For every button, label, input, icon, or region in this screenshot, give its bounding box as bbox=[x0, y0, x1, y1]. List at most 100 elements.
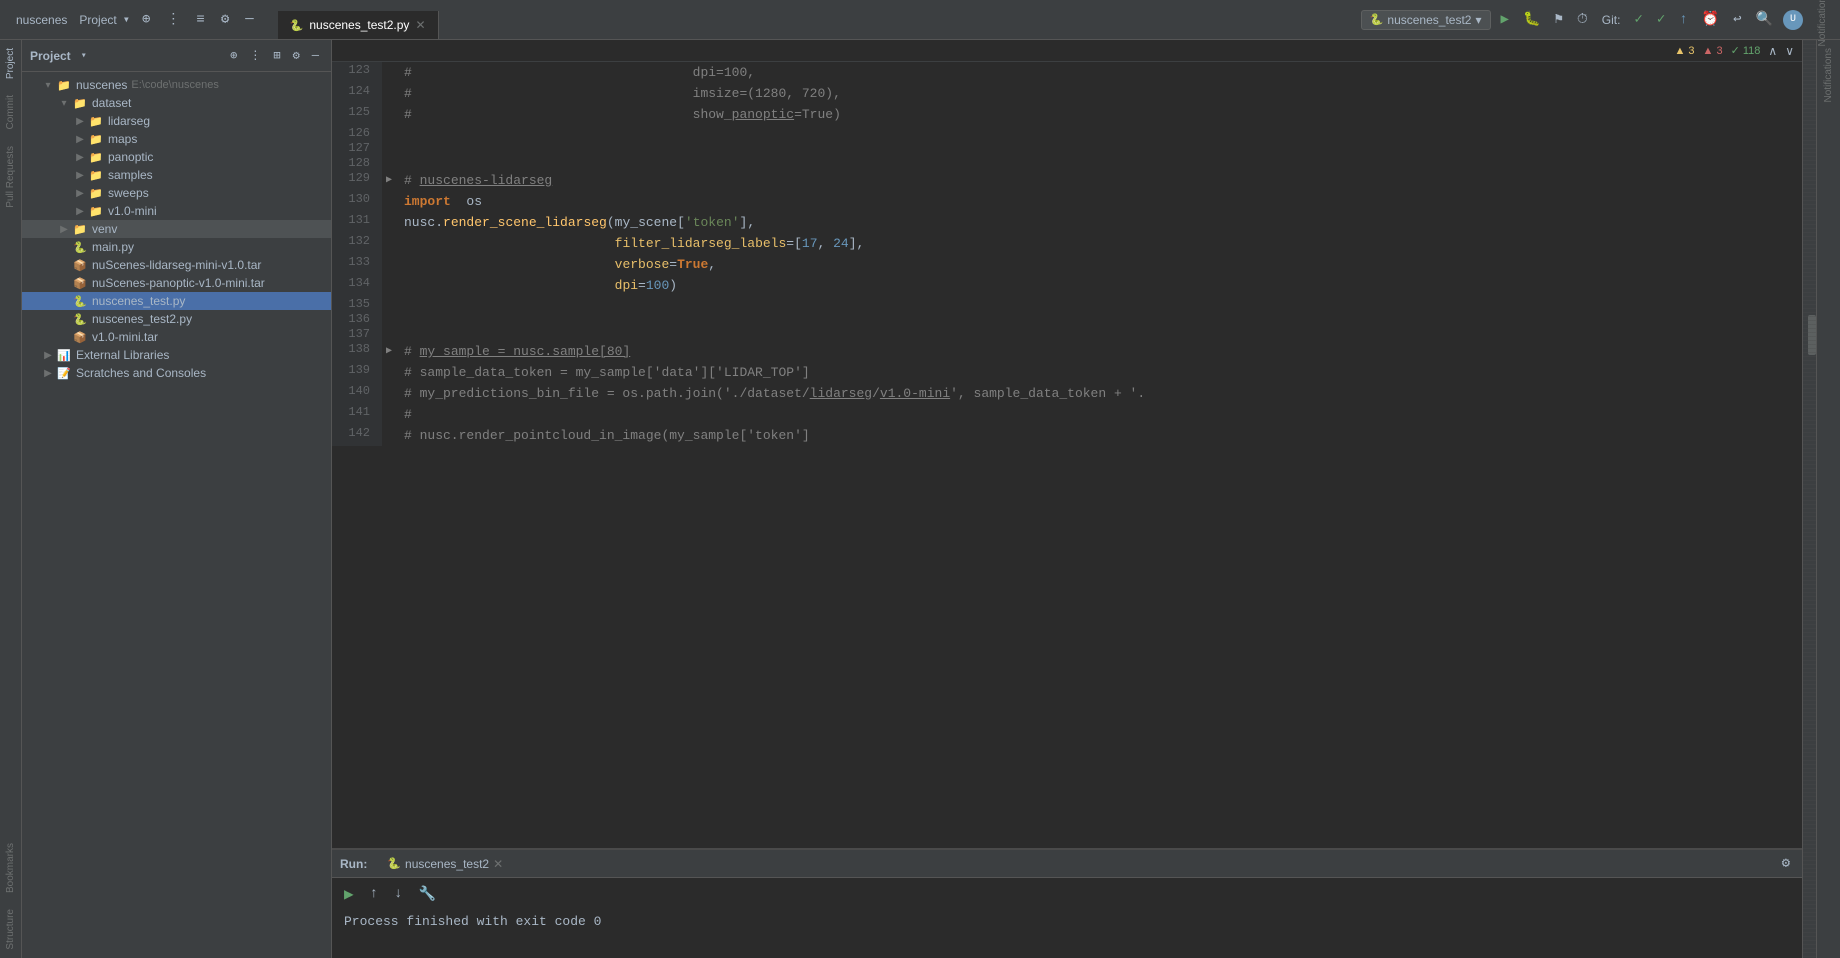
top-bar: nuscenes Project ▾ ⊕ ⋮ ≡ ⚙ ─ 🐍 nuscenes_… bbox=[0, 0, 1840, 40]
tree-label-ext-libs: External Libraries bbox=[76, 348, 169, 362]
maps-folder-icon: 📁 bbox=[88, 131, 104, 147]
run-button[interactable]: ▶ bbox=[1497, 9, 1513, 30]
right-tab-notifications[interactable]: Notifications bbox=[1823, 48, 1834, 102]
line-num-136: 136 bbox=[332, 311, 382, 326]
expand-warnings-up[interactable]: ∧ bbox=[1768, 44, 1777, 58]
editor-top-info: ▲ 3 ▲ 3 ✓ 118 ∧ ∨ bbox=[332, 40, 1802, 62]
tree-item-maps[interactable]: ▶ 📁 maps bbox=[22, 130, 331, 148]
tree-item-dataset[interactable]: ▾ 📁 dataset bbox=[22, 94, 331, 112]
collapse-icon[interactable]: ⋮ bbox=[162, 9, 184, 30]
lidarseg-tar-icon: 📦 bbox=[72, 257, 88, 273]
line-fold-138[interactable]: ▶ bbox=[382, 341, 396, 362]
line-num-128: 128 bbox=[332, 155, 382, 170]
git-undo-icon[interactable]: ↩ bbox=[1729, 9, 1745, 30]
warning-badge-1[interactable]: ▲ 3 bbox=[1674, 45, 1694, 57]
tree-item-sweeps[interactable]: ▶ 📁 sweeps bbox=[22, 184, 331, 202]
run-scroll-up-icon[interactable]: ↑ bbox=[366, 884, 382, 904]
right-sidebar: Notifications bbox=[1816, 40, 1840, 958]
locate-icon[interactable]: ⊕ bbox=[138, 9, 154, 30]
line-fold-134 bbox=[382, 275, 396, 296]
tree-item-ext-libs[interactable]: ▶ 📊 External Libraries bbox=[22, 346, 331, 364]
minimize-icon[interactable]: ─ bbox=[241, 10, 257, 30]
sidebar-item-project[interactable]: Project bbox=[3, 40, 18, 87]
project-expand-icon[interactable]: ▾ bbox=[123, 12, 130, 27]
run-config-label: nuscenes_test2 bbox=[1387, 13, 1471, 27]
tab-close-icon[interactable]: ✕ bbox=[415, 18, 425, 32]
tree-item-mainpy[interactable]: 🐍 main.py bbox=[22, 238, 331, 256]
tree-item-lidarseg[interactable]: ▶ 📁 lidarseg bbox=[22, 112, 331, 130]
tree-item-nuscenes-test[interactable]: 🐍 nuscenes_test.py bbox=[22, 292, 331, 310]
expand-warnings-down[interactable]: ∨ bbox=[1785, 44, 1794, 58]
line-content-133: verbose=True, bbox=[396, 254, 1802, 275]
flatten-icon[interactable]: ≡ bbox=[192, 10, 208, 30]
tree-item-panoptic-tar[interactable]: 📦 nuScenes-panoptic-v1.0-mini.tar bbox=[22, 274, 331, 292]
line-content-130: import os bbox=[396, 191, 1802, 212]
git-push-icon[interactable]: ↑ bbox=[1675, 10, 1691, 30]
main-layout: Project Commit Pull Requests Bookmarks S… bbox=[0, 40, 1840, 958]
sidebar-item-structure[interactable]: Structure bbox=[3, 901, 18, 958]
tree-item-samples[interactable]: ▶ 📁 samples bbox=[22, 166, 331, 184]
code-editor[interactable]: 123 # dpi=100, 124 # imsize=(1280, 720), bbox=[332, 62, 1802, 848]
tree-item-nuscenes-test2[interactable]: 🐍 nuscenes_test2.py bbox=[22, 310, 331, 328]
notifications-label[interactable]: Notifications bbox=[1817, 0, 1828, 47]
tree-item-panoptic[interactable]: ▶ 📁 panoptic bbox=[22, 148, 331, 166]
tree-label-venv: venv bbox=[92, 222, 117, 236]
tree-item-venv[interactable]: ▶ 📁 venv bbox=[22, 220, 331, 238]
tree-label-lidarseg-tar: nuScenes-lidarseg-mini-v1.0.tar bbox=[92, 258, 261, 272]
error-badge[interactable]: ▲ 3 bbox=[1703, 45, 1723, 57]
line-fold-125 bbox=[382, 104, 396, 125]
line-fold-130 bbox=[382, 191, 396, 212]
run-settings-icon[interactable]: ⚙ bbox=[1778, 853, 1794, 874]
sweeps-arrow: ▶ bbox=[74, 187, 86, 199]
git-history-icon[interactable]: ⏰ bbox=[1698, 9, 1723, 30]
v10mini-arrow: ▶ bbox=[74, 205, 86, 217]
sidebar-item-pull-requests[interactable]: Pull Requests bbox=[3, 138, 18, 216]
tree-item-v10mini-tar[interactable]: 📦 v1.0-mini.tar bbox=[22, 328, 331, 346]
panel-locate-icon[interactable]: ⊕ bbox=[226, 46, 241, 65]
avatar-icon[interactable]: U bbox=[1783, 10, 1803, 30]
run-config-selector[interactable]: 🐍 nuscenes_test2 ▾ bbox=[1361, 10, 1491, 30]
scratches-arrow: ▶ bbox=[42, 367, 54, 379]
code-line-123: 123 # dpi=100, bbox=[332, 62, 1802, 83]
panel-settings2-icon[interactable]: ⚙ bbox=[289, 46, 304, 65]
scroll-indicator[interactable] bbox=[1802, 40, 1816, 958]
settings-icon[interactable]: ⚙ bbox=[217, 9, 233, 30]
tree-root-path: E:\code\nuscenes bbox=[131, 79, 218, 91]
samples-arrow: ▶ bbox=[74, 169, 86, 181]
mainpy-icon: 🐍 bbox=[72, 239, 88, 255]
tree-root-item[interactable]: ▾ 📁 nuscenes E:\code\nuscenes bbox=[22, 76, 331, 94]
coverage-button[interactable]: ⚑ bbox=[1550, 9, 1566, 30]
run-scroll-down-icon[interactable]: ↓ bbox=[390, 884, 406, 904]
ok-badge[interactable]: ✓ 118 bbox=[1731, 44, 1761, 57]
panel-minimize-icon[interactable]: ─ bbox=[308, 47, 323, 65]
tree-label-panoptic-tar: nuScenes-panoptic-v1.0-mini.tar bbox=[92, 276, 265, 290]
line-fold-142 bbox=[382, 425, 396, 446]
run-tab[interactable]: 🐍 nuscenes_test2 ✕ bbox=[387, 857, 503, 871]
git-label: Git: bbox=[1598, 13, 1625, 27]
search-top-icon[interactable]: 🔍 bbox=[1752, 9, 1777, 30]
panel-expand-all-icon[interactable]: ⊞ bbox=[269, 46, 284, 65]
profile-button[interactable]: ⏱ bbox=[1573, 10, 1592, 30]
line-num-135: 135 bbox=[332, 296, 382, 311]
tree-item-scratches[interactable]: ▶ 📝 Scratches and Consoles bbox=[22, 364, 331, 382]
code-line-134: 134 dpi=100) bbox=[332, 275, 1802, 296]
code-line-127: 127 bbox=[332, 140, 1802, 155]
sidebar-item-bookmarks[interactable]: Bookmarks bbox=[3, 835, 18, 901]
run-wrench-icon[interactable]: 🔧 bbox=[414, 884, 439, 905]
line-content-123: # dpi=100, bbox=[396, 62, 1802, 83]
editor-tab-active[interactable]: 🐍 nuscenes_test2.py ✕ bbox=[278, 11, 439, 39]
code-line-141: 141 # bbox=[332, 404, 1802, 425]
code-line-136: 136 bbox=[332, 311, 1802, 326]
panel-scroll-icon[interactable]: ⋮ bbox=[245, 46, 265, 65]
sidebar-item-commit[interactable]: Commit bbox=[3, 87, 18, 137]
line-fold-129[interactable]: ▶ bbox=[382, 170, 396, 191]
tree-label-sweeps: sweeps bbox=[108, 186, 149, 200]
tree-item-lidarseg-tar[interactable]: 📦 nuScenes-lidarseg-mini-v1.0.tar bbox=[22, 256, 331, 274]
debug-button[interactable]: 🐛 bbox=[1519, 9, 1544, 30]
git-check-icon[interactable]: ✓ bbox=[1630, 9, 1646, 30]
git-check2-icon[interactable]: ✓ bbox=[1653, 9, 1669, 30]
run-tab-close-icon[interactable]: ✕ bbox=[493, 857, 503, 871]
nuscenes-test-icon: 🐍 bbox=[72, 293, 88, 309]
tree-item-v10mini[interactable]: ▶ 📁 v1.0-mini bbox=[22, 202, 331, 220]
run-play-icon[interactable]: ▶ bbox=[340, 882, 358, 906]
